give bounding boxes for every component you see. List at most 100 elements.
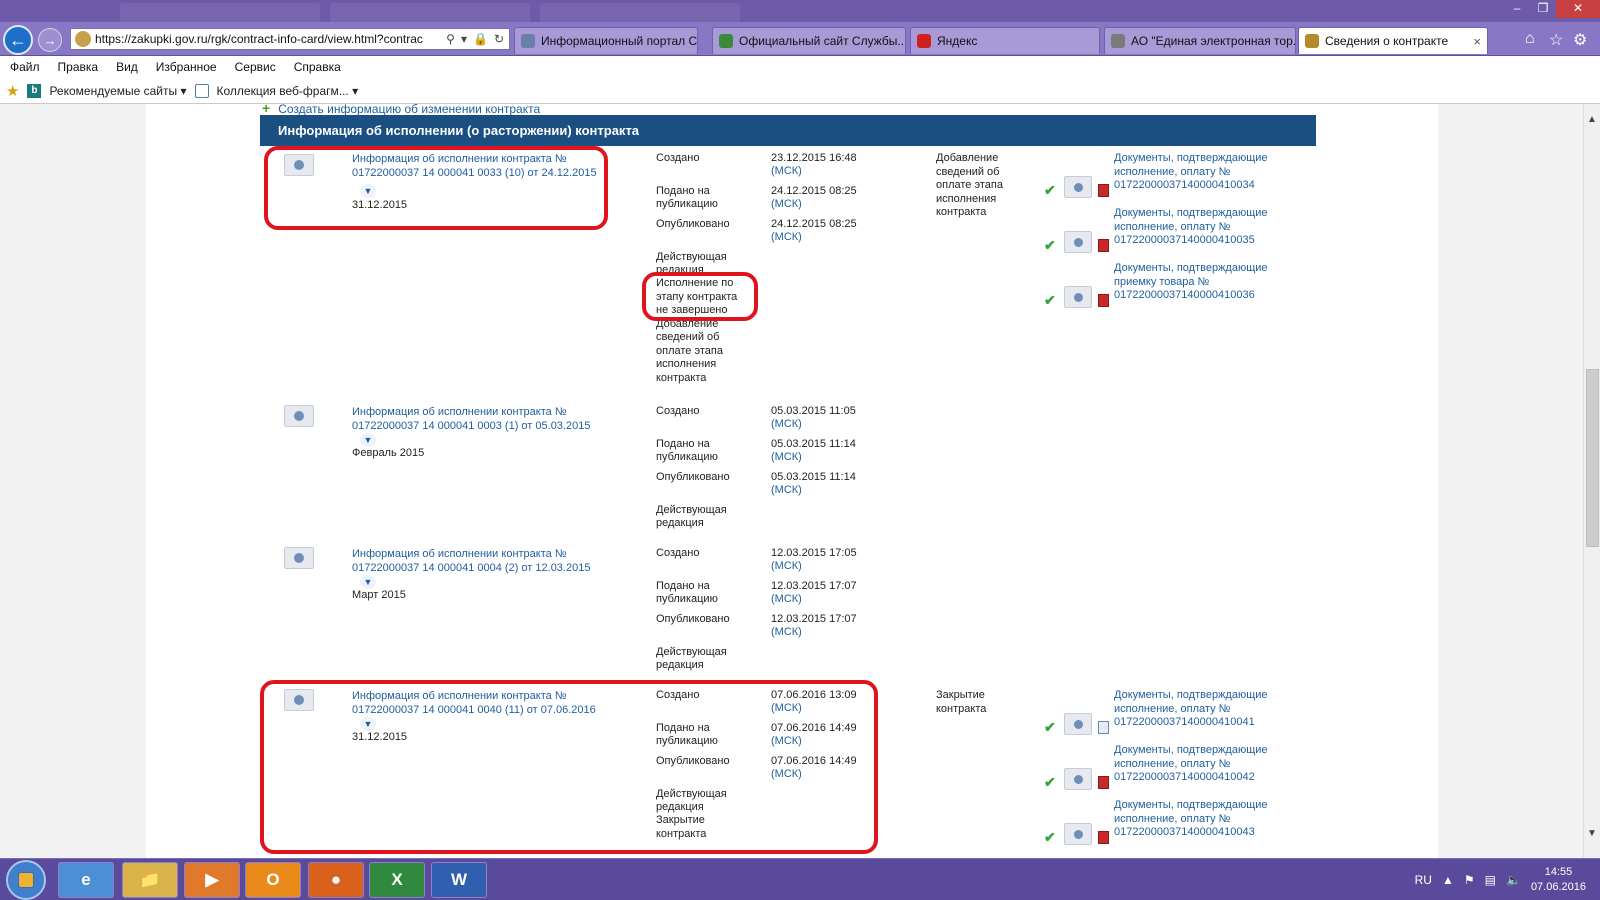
favorites-star-icon[interactable]: ★ xyxy=(6,82,19,100)
document-icon[interactable] xyxy=(284,405,314,427)
excel-app-icon[interactable]: X xyxy=(369,862,425,898)
expand-icon[interactable]: ▼ xyxy=(360,433,376,447)
scroll-down-icon[interactable]: ▼ xyxy=(1587,828,1597,839)
created-value: 23.12.2015 16:48 (МСК) xyxy=(771,152,891,178)
tab-info-portal[interactable]: Информационный портал С... xyxy=(514,27,698,54)
document-icon[interactable] xyxy=(1064,176,1092,198)
created-value: 12.03.2015 17:05 (МСК) xyxy=(771,547,891,573)
chevron-up-icon[interactable]: ▲ xyxy=(1442,873,1454,887)
volume-icon[interactable]: 🔈 xyxy=(1506,873,1521,887)
lock-icon: 🔒 xyxy=(472,32,488,46)
home-icon[interactable]: ⌂ xyxy=(1525,30,1535,48)
entry-title-link[interactable]: Информация об исполнении контракта № 017… xyxy=(352,405,614,433)
timezone-label: (МСК) xyxy=(771,626,802,638)
status-column: Создано 23.12.2015 16:48 (МСК) Подано на … xyxy=(656,152,857,385)
stage-status-detail: Добавление сведений об оплате этапа испо… xyxy=(656,317,723,384)
favorites-star-icon[interactable]: ☆ xyxy=(1549,30,1563,50)
recommended-sites-link[interactable]: Рекомендуемые сайты ▾ xyxy=(49,84,186,98)
close-icon[interactable]: ✕ xyxy=(1556,0,1600,18)
menu-edit[interactable]: Правка xyxy=(58,60,99,74)
menu-file[interactable]: Файл xyxy=(10,60,40,74)
refresh-icon[interactable]: ↻ xyxy=(494,32,504,46)
scroll-up-icon[interactable]: ▲ xyxy=(1587,114,1597,125)
document-link[interactable]: Документы, подтверждающие исполнение, оп… xyxy=(1114,689,1274,730)
document-link[interactable]: Документы, подтверждающие исполнение, оп… xyxy=(1114,207,1274,248)
document-link[interactable]: Документы, подтверждающие исполнение, оп… xyxy=(1114,744,1274,785)
entry-period: Март 2015 xyxy=(352,589,406,601)
entry-title-link[interactable]: Информация об исполнении контракта № 017… xyxy=(352,547,614,575)
gear-icon[interactable]: ⚙ xyxy=(1573,30,1587,50)
background-tab[interactable] xyxy=(330,3,530,22)
tab-official-site[interactable]: Официальный сайт Службы... xyxy=(712,27,906,54)
created-date: 12.03.2015 17:05 xyxy=(771,547,857,559)
menu-view[interactable]: Вид xyxy=(116,60,138,74)
pdf-icon[interactable] xyxy=(1098,294,1109,307)
created-label: Создано xyxy=(656,152,700,164)
expand-icon[interactable]: ▼ xyxy=(360,575,376,589)
submitted-value: 24.12.2015 08:25 (МСК) xyxy=(771,185,891,211)
tab-contract-info[interactable]: Сведения о контракте × xyxy=(1298,27,1488,54)
address-bar[interactable]: ⚲ ▾ 🔒 ↻ xyxy=(70,28,510,50)
menu-bar: Файл Правка Вид Избранное Сервис Справка xyxy=(0,56,1600,78)
pdf-icon[interactable] xyxy=(1098,776,1109,789)
document-icon[interactable] xyxy=(1064,231,1092,253)
language-indicator[interactable]: RU xyxy=(1415,873,1432,887)
search-icon[interactable]: ⚲ xyxy=(446,32,455,46)
pdf-icon[interactable] xyxy=(1098,184,1109,197)
document-item: ✔ Документы, подтверждающие исполнение, … xyxy=(1044,799,1274,854)
timezone-label: (МСК) xyxy=(771,451,802,463)
background-tab[interactable] xyxy=(120,3,320,22)
tab-etp[interactable]: АО "Единая электронная тор... xyxy=(1104,27,1296,54)
document-link[interactable]: Документы, подтверждающие приемку товара… xyxy=(1114,262,1274,303)
word-app-icon[interactable]: W xyxy=(431,862,487,898)
menu-tools[interactable]: Сервис xyxy=(235,60,276,74)
explorer-app-icon[interactable]: 📁 xyxy=(122,862,178,898)
web-slice-gallery-label: Коллекция веб-фрагм... xyxy=(216,83,349,98)
published-date: 05.03.2015 11:14 xyxy=(771,471,856,483)
start-button[interactable] xyxy=(6,860,46,900)
checkmark-icon: ✔ xyxy=(1044,774,1056,790)
site-seal-icon xyxy=(75,31,91,47)
file-icon[interactable] xyxy=(1098,721,1109,734)
network-icon[interactable]: ▤ xyxy=(1485,873,1496,887)
menu-favorites[interactable]: Избранное xyxy=(156,60,217,74)
submitted-date: 24.12.2015 08:25 xyxy=(771,185,857,197)
submitted-value: 05.03.2015 11:14 (МСК) xyxy=(771,438,891,464)
flag-icon[interactable]: ⚑ xyxy=(1464,873,1475,887)
back-button[interactable]: ← xyxy=(3,25,33,55)
clock-time: 14:55 xyxy=(1544,866,1573,878)
web-slice-icon xyxy=(194,83,209,98)
minimize-icon[interactable]: – xyxy=(1504,0,1530,18)
document-icon[interactable] xyxy=(1064,286,1092,308)
tab-close-icon[interactable]: × xyxy=(1473,34,1481,49)
address-input[interactable] xyxy=(95,32,441,46)
scroll-thumb[interactable] xyxy=(1586,369,1599,547)
document-icon[interactable] xyxy=(1064,768,1092,790)
restore-icon[interactable]: ❐ xyxy=(1530,0,1556,18)
document-icon[interactable] xyxy=(1064,713,1092,735)
document-icon[interactable] xyxy=(1064,823,1092,845)
firefox-app-icon[interactable]: ● xyxy=(308,862,364,898)
pdf-icon[interactable] xyxy=(1098,239,1109,252)
ie-app-icon[interactable]: e xyxy=(58,862,114,898)
document-link[interactable]: Документы, подтверждающие исполнение, оп… xyxy=(1114,799,1274,840)
checkmark-icon: ✔ xyxy=(1044,182,1056,198)
document-item: ✔ Документы, подтверждающие исполнение, … xyxy=(1044,207,1274,262)
dropdown-icon[interactable]: ▾ xyxy=(461,32,467,46)
menu-help[interactable]: Справка xyxy=(294,60,341,74)
current-version-label: Действующая редакция xyxy=(656,504,727,529)
clock[interactable]: 14:55 07.06.2016 xyxy=(1531,865,1586,895)
pdf-icon[interactable] xyxy=(1098,831,1109,844)
outlook-app-icon[interactable]: O xyxy=(245,862,301,898)
timezone-label: (МСК) xyxy=(771,418,802,430)
web-slice-gallery-link[interactable]: Коллекция веб-фрагм... ▾ xyxy=(217,84,359,98)
background-tab[interactable] xyxy=(540,3,740,22)
published-date: 12.03.2015 17:07 xyxy=(771,613,857,625)
document-link[interactable]: Документы, подтверждающие исполнение, оп… xyxy=(1114,152,1274,193)
media-player-app-icon[interactable]: ▶ xyxy=(184,862,240,898)
tab-yandex[interactable]: Яндекс xyxy=(910,27,1100,54)
vertical-scrollbar[interactable]: ▲ ▼ xyxy=(1583,104,1600,858)
forward-button[interactable]: → xyxy=(38,28,62,52)
document-icon[interactable] xyxy=(284,547,314,569)
recommended-sites-label: Рекомендуемые сайты xyxy=(49,83,178,98)
